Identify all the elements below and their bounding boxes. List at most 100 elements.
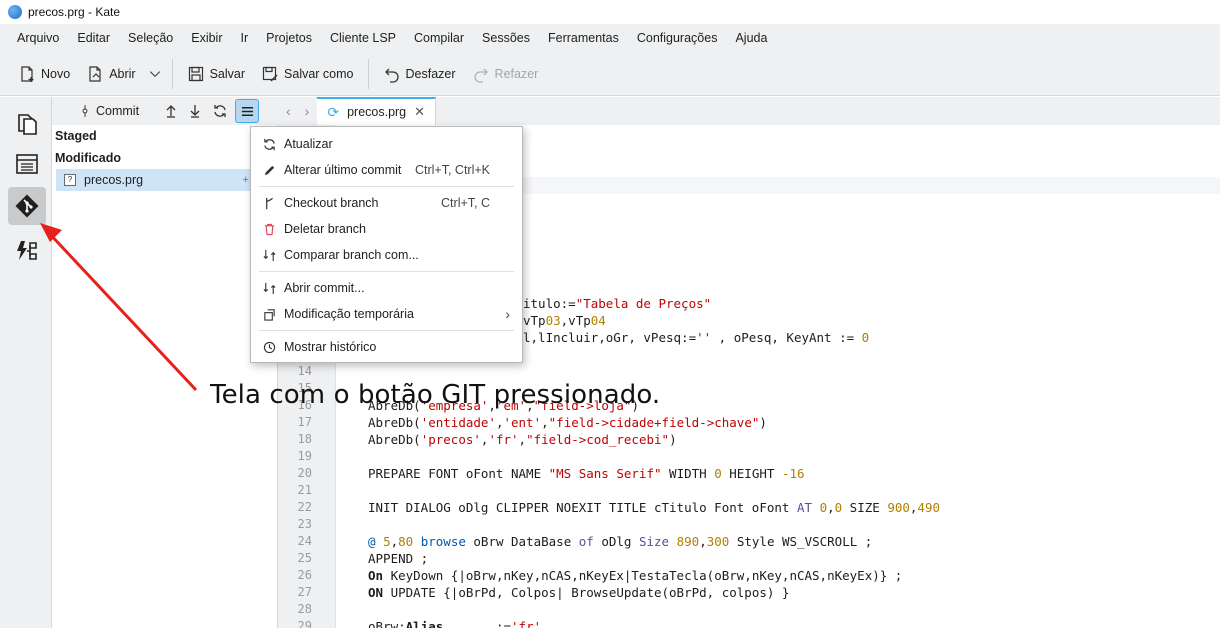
menu-item-amend-commit[interactable]: Alterar último commit Ctrl+T, Ctrl+K [251, 157, 522, 183]
pull-arrow-down-icon [190, 105, 200, 118]
menu-exibir[interactable]: Exibir [182, 24, 231, 52]
menu-item-compare-branch[interactable]: Comparar branch com... [251, 242, 522, 268]
menu-separator [259, 271, 514, 272]
undo-icon [384, 68, 399, 83]
redo-button[interactable]: Refazer [464, 59, 547, 89]
open-button[interactable]: Abrir [78, 59, 143, 89]
title-bar: precos.prg - Kate [0, 0, 1220, 24]
tab-close-icon[interactable]: ✕ [414, 104, 425, 120]
modified-section-header: Modificado [55, 151, 121, 165]
list-icon [16, 154, 38, 174]
line-number: 23 [297, 517, 312, 531]
unknown-file-icon: ? [64, 174, 76, 186]
menu-item-label: Mostrar histórico [284, 340, 377, 354]
line-number: 24 [297, 534, 312, 548]
menu-item-label: Checkout branch [284, 196, 379, 210]
tab-back-icon[interactable]: ‹ [286, 103, 291, 119]
undo-button-label: Desfazer [405, 66, 456, 81]
menu-ir[interactable]: Ir [232, 24, 258, 52]
save-as-icon [262, 66, 278, 81]
menu-item-refresh[interactable]: Atualizar [251, 131, 522, 157]
modified-file-row[interactable]: ? precos.prg +1 [56, 169, 255, 191]
modified-file-name: precos.prg [84, 173, 144, 187]
commit-button-label: Commit [96, 104, 140, 118]
save-button-label: Salvar [209, 66, 246, 81]
trash-icon [264, 223, 274, 235]
project-sidebar-button[interactable] [8, 145, 46, 183]
code-line: 22 [278, 499, 1220, 516]
documents-icon [18, 114, 37, 135]
menu-ajuda[interactable]: Ajuda [726, 24, 776, 52]
code-line: 20 [278, 465, 1220, 482]
menu-separator [259, 330, 514, 331]
annotation-caption: Tela com o botão GIT pressionado. [210, 380, 661, 410]
refresh-button[interactable] [207, 99, 233, 123]
open-button-label: Abrir [109, 66, 136, 81]
main-toolbar: Novo Abrir Salvar Salvar como Desfazer R… [0, 52, 1220, 96]
open-dropdown-button[interactable] [144, 59, 166, 89]
line-number: 20 [297, 466, 312, 480]
lsp-sidebar-button[interactable] [8, 232, 46, 270]
code-line: 18 [278, 431, 1220, 448]
code-line: 25 On KeyDown {|oBrw,nKey,nCAS,nKeyEx|Te… [278, 550, 1220, 583]
menu-item-delete-branch[interactable]: Deletar branch [251, 216, 522, 242]
push-button[interactable] [159, 99, 183, 123]
line-number: 18 [297, 432, 312, 446]
code-line: 29 [278, 618, 1220, 628]
save-as-button[interactable]: Salvar como [253, 59, 361, 89]
line-number: 27 [297, 585, 312, 599]
refresh-icon [263, 138, 275, 150]
commit-button[interactable]: Commit [74, 99, 145, 123]
line-number: 29 [297, 619, 312, 628]
tab-label: precos.prg [347, 105, 407, 119]
menu-editar[interactable]: Editar [68, 24, 119, 52]
menu-cliente-lsp[interactable]: Cliente LSP [321, 24, 405, 52]
menu-ferramentas[interactable]: Ferramentas [539, 24, 628, 52]
menu-selecao[interactable]: Seleção [119, 24, 182, 52]
line-number: 28 [297, 602, 312, 616]
git-menu-button[interactable] [235, 99, 260, 123]
menu-item-show-history[interactable]: Mostrar histórico [251, 334, 522, 360]
menu-projetos[interactable]: Projetos [257, 24, 321, 52]
line-number: 25 [297, 551, 312, 565]
tab-forward-icon[interactable]: › [305, 103, 310, 119]
code-line: 17 AbreDb('precos','fr',"field->cod_rece… [278, 414, 1220, 447]
code-line: 21 INIT DIALOG oDlg CLIPPER NOEXIT TITLE… [278, 482, 1220, 515]
new-document-icon [21, 65, 34, 82]
menu-item-label: Modificação temporária [284, 307, 414, 321]
redo-icon [473, 68, 488, 83]
tab-precos-prg[interactable]: ⟳ precos.prg ✕ [317, 97, 437, 125]
chevron-down-icon [149, 70, 160, 77]
menu-item-stash[interactable]: Modificação temporária › [251, 301, 522, 327]
save-button[interactable]: Salvar [179, 59, 253, 89]
document-tab-bar: ‹ › ⟳ precos.prg ✕ [278, 97, 1220, 125]
commit-icon [82, 105, 88, 117]
undo-button[interactable]: Desfazer [375, 59, 464, 89]
hamburger-menu-icon [241, 106, 253, 116]
compare-icon [263, 282, 275, 294]
pull-button[interactable] [183, 99, 207, 123]
code-line: 19 PREPARE FONT oFont NAME "MS Sans Seri… [278, 448, 1220, 481]
menu-arquivo[interactable]: Arquivo [8, 24, 68, 52]
tab-navigation: ‹ › [278, 97, 317, 125]
line-number: 26 [297, 568, 312, 582]
menu-item-label: Comparar branch com... [284, 248, 419, 262]
menu-item-open-commit[interactable]: Abrir commit... [251, 275, 522, 301]
menu-configuracoes[interactable]: Configurações [628, 24, 727, 52]
line-number: 19 [297, 449, 312, 463]
open-document-icon [89, 65, 101, 82]
menu-item-shortcut: Ctrl+T, C [441, 196, 490, 210]
toolbar-separator [367, 58, 369, 89]
line-number: 22 [297, 500, 312, 514]
new-button[interactable]: Novo [10, 59, 78, 89]
documents-sidebar-button[interactable] [8, 105, 46, 143]
code-text: l,lIncluir,oGr, vPesq:='' , oPesq, KeyAn… [523, 330, 870, 345]
menu-item-label: Abrir commit... [284, 281, 365, 295]
menu-sessoes[interactable]: Sessões [473, 24, 539, 52]
git-sidebar-button[interactable] [8, 187, 46, 225]
lsp-symbols-icon [17, 241, 37, 260]
line-number: 14 [297, 364, 312, 378]
menu-item-checkout-branch[interactable]: Checkout branch Ctrl+T, C [251, 190, 522, 216]
git-toolbar: Commit [52, 97, 278, 125]
menu-compilar[interactable]: Compilar [405, 24, 473, 52]
